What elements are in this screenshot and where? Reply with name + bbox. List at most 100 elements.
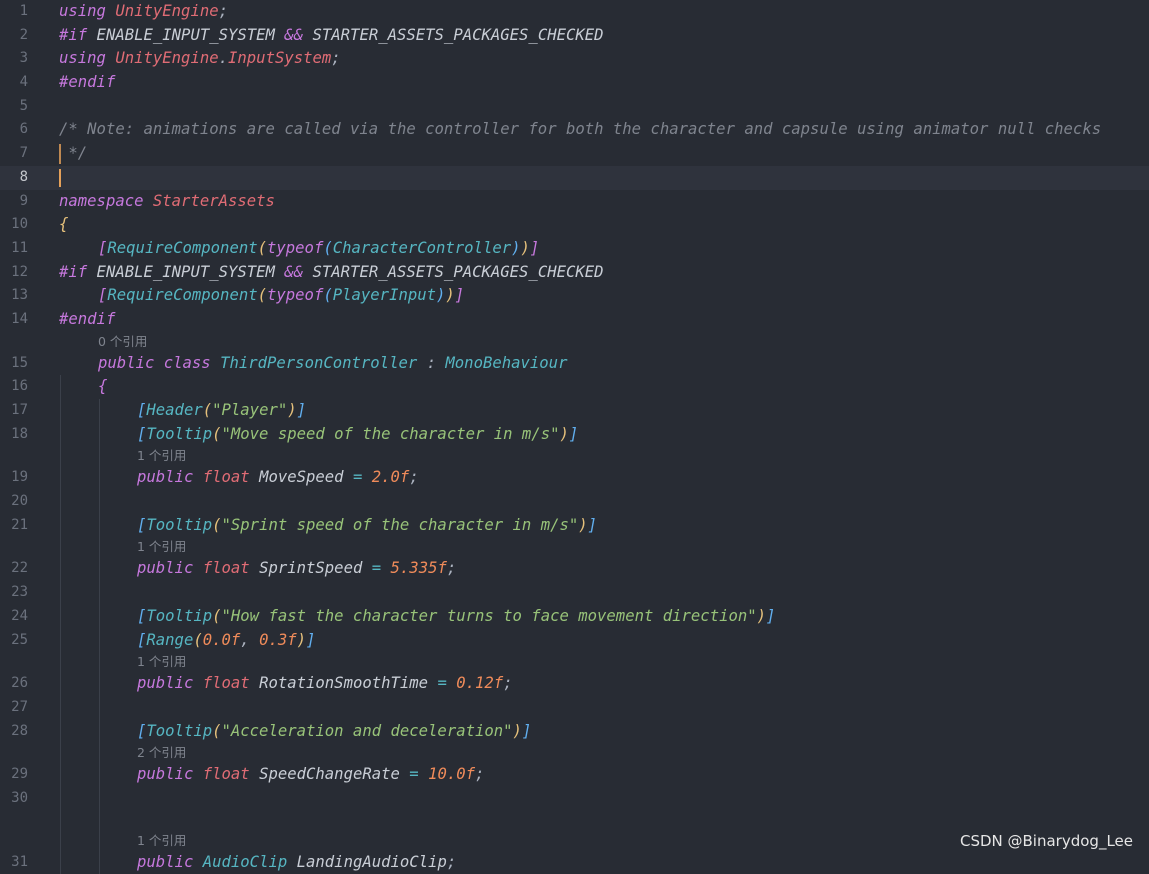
codelens-reference[interactable] (0, 810, 1149, 831)
code-line[interactable]: 1 using UnityEngine; (0, 0, 1149, 24)
indent-guide (99, 719, 100, 744)
code-line[interactable]: 17 [Header("Player")] (0, 399, 1149, 423)
line-number[interactable]: 4 (0, 71, 28, 95)
code-line[interactable]: 30 (0, 786, 1149, 811)
code-editor[interactable]: 1 using UnityEngine; 2 #if ENABLE_INPUT_SYS… (0, 0, 1149, 874)
code-token: #if (59, 262, 88, 281)
codelens-text: 0 个引用 (98, 333, 148, 349)
line-number[interactable]: 25 (0, 629, 28, 653)
line-number[interactable]: 9 (0, 190, 28, 214)
code-line[interactable]: 21 [Tooltip("Sprint speed of the characte… (0, 513, 1149, 538)
code-token: ] (296, 401, 307, 419)
code-line[interactable]: 15 public class ThirdPersonController : M… (0, 352, 1149, 376)
code-line[interactable]: 24 [Tooltip("How fast the character turns… (0, 604, 1149, 629)
code-line[interactable]: 12 #if ENABLE_INPUT_SYSTEM && STARTER_ASS… (0, 261, 1149, 285)
line-number[interactable]: 11 (0, 237, 28, 261)
line-number[interactable]: 8 (0, 166, 28, 190)
code-token: = (437, 674, 447, 693)
code-line[interactable]: 13 [RequireComponent(typeof(PlayerInput))… (0, 284, 1149, 308)
indent-guide (60, 422, 61, 447)
indent-guide (99, 628, 100, 653)
code-line[interactable]: 5 (0, 95, 1149, 119)
line-number[interactable]: 15 (0, 352, 28, 376)
code-line[interactable]: 19 public float MoveSpeed = 2.0f; (0, 466, 1149, 491)
codelens-reference[interactable]: 2 个引用 (0, 743, 1149, 764)
line-number[interactable]: 31 (0, 851, 28, 874)
code-line[interactable]: 26 public float RotationSmoothTime = 0.12… (0, 672, 1149, 696)
code-line[interactable]: 4 #endif (0, 71, 1149, 95)
codelens-text: 1 个引用 (137, 654, 187, 670)
codelens-reference[interactable]: 0 个引用 (0, 332, 1149, 352)
code-token: ] (766, 606, 776, 625)
line-number[interactable]: 13 (0, 284, 28, 308)
line-number[interactable]: 6 (0, 118, 28, 142)
line-number[interactable]: 12 (0, 261, 28, 285)
code-line[interactable]: 23 (0, 581, 1149, 605)
code-line[interactable]: 7 */ (0, 142, 1149, 166)
line-number[interactable]: 7 (0, 142, 28, 166)
code-token: ) (296, 630, 307, 649)
code-token: ] (529, 238, 540, 257)
line-number[interactable]: 17 (0, 399, 28, 423)
text-cursor (59, 168, 61, 187)
code-text: { (98, 375, 107, 399)
code-line[interactable]: 27 (0, 695, 1149, 720)
code-line[interactable]: 20 (0, 490, 1149, 514)
line-number[interactable]: 22 (0, 557, 28, 581)
line-number[interactable]: 1 (0, 0, 28, 24)
code-line[interactable]: 3 using UnityEngine.InputSystem; (0, 47, 1149, 71)
code-token: ( (202, 401, 213, 419)
codelens-text: 1 个引用 (137, 448, 187, 464)
line-number[interactable]: 27 (0, 696, 28, 720)
code-line[interactable]: 25 [Range(0.0f, 0.3f)] (0, 628, 1149, 653)
line-number[interactable]: 29 (0, 763, 28, 787)
code-line[interactable]: 14 #endif (0, 308, 1149, 332)
line-number[interactable]: 21 (0, 514, 28, 538)
code-token: LandingAudioClip (287, 852, 447, 871)
line-number[interactable]: 16 (0, 375, 28, 399)
line-number[interactable]: 3 (0, 47, 28, 71)
indent-guide (99, 466, 100, 491)
line-number[interactable]: 24 (0, 605, 28, 629)
codelens-reference[interactable]: 1 个引用 (0, 652, 1149, 673)
code-line[interactable]: 31 public AudioClip LandingAudioClip; (0, 850, 1149, 874)
code-line[interactable]: 6 /* Note: animations are called via the … (0, 118, 1149, 142)
code-line[interactable]: 18 [Tooltip("Move speed of the character … (0, 422, 1149, 447)
code-token: */ (59, 144, 88, 163)
code-line[interactable]: 28 [Tooltip("Acceleration and deceleratio… (0, 719, 1149, 744)
indent-guide (60, 786, 61, 811)
line-number[interactable]: 2 (0, 24, 28, 48)
code-line[interactable]: 8 (0, 165, 1149, 190)
code-token: = (352, 468, 363, 487)
codelens-text: 1 个引用 (137, 539, 187, 555)
indent-guide (99, 810, 100, 831)
code-line[interactable]: 11 [RequireComponent(typeof(CharacterCont… (0, 237, 1149, 261)
line-number[interactable]: 30 (0, 787, 28, 811)
line-number[interactable]: 18 (0, 423, 28, 447)
line-number[interactable]: 14 (0, 308, 28, 332)
line-number[interactable]: 26 (0, 672, 28, 696)
code-token: float (202, 765, 250, 784)
codelens-reference[interactable]: 1 个引用 (0, 446, 1149, 467)
code-token: ) (445, 286, 455, 305)
codelens-reference[interactable]: 1 个引用 (0, 537, 1149, 558)
code-line[interactable]: 9 namespace StarterAssets (0, 190, 1149, 214)
code-token: ] (454, 286, 465, 305)
code-line[interactable]: 2 #if ENABLE_INPUT_SYSTEM && STARTER_ASSE… (0, 24, 1149, 48)
line-number[interactable]: 23 (0, 581, 28, 605)
line-number[interactable]: 20 (0, 490, 28, 514)
code-line[interactable]: 22 public float SprintSpeed = 5.335f; (0, 557, 1149, 582)
line-number[interactable]: 5 (0, 95, 28, 119)
code-line[interactable]: 10 { (0, 213, 1149, 237)
code-line[interactable]: 29 public float SpeedChangeRate = 10.0f; (0, 763, 1149, 787)
indent-guide (60, 672, 61, 696)
line-number[interactable]: 28 (0, 720, 28, 744)
code-token: float (202, 468, 250, 487)
line-number[interactable]: 19 (0, 466, 28, 490)
code-token: ; (218, 2, 229, 20)
code-line[interactable]: 16 { (0, 375, 1149, 399)
line-number[interactable]: 10 (0, 213, 28, 237)
